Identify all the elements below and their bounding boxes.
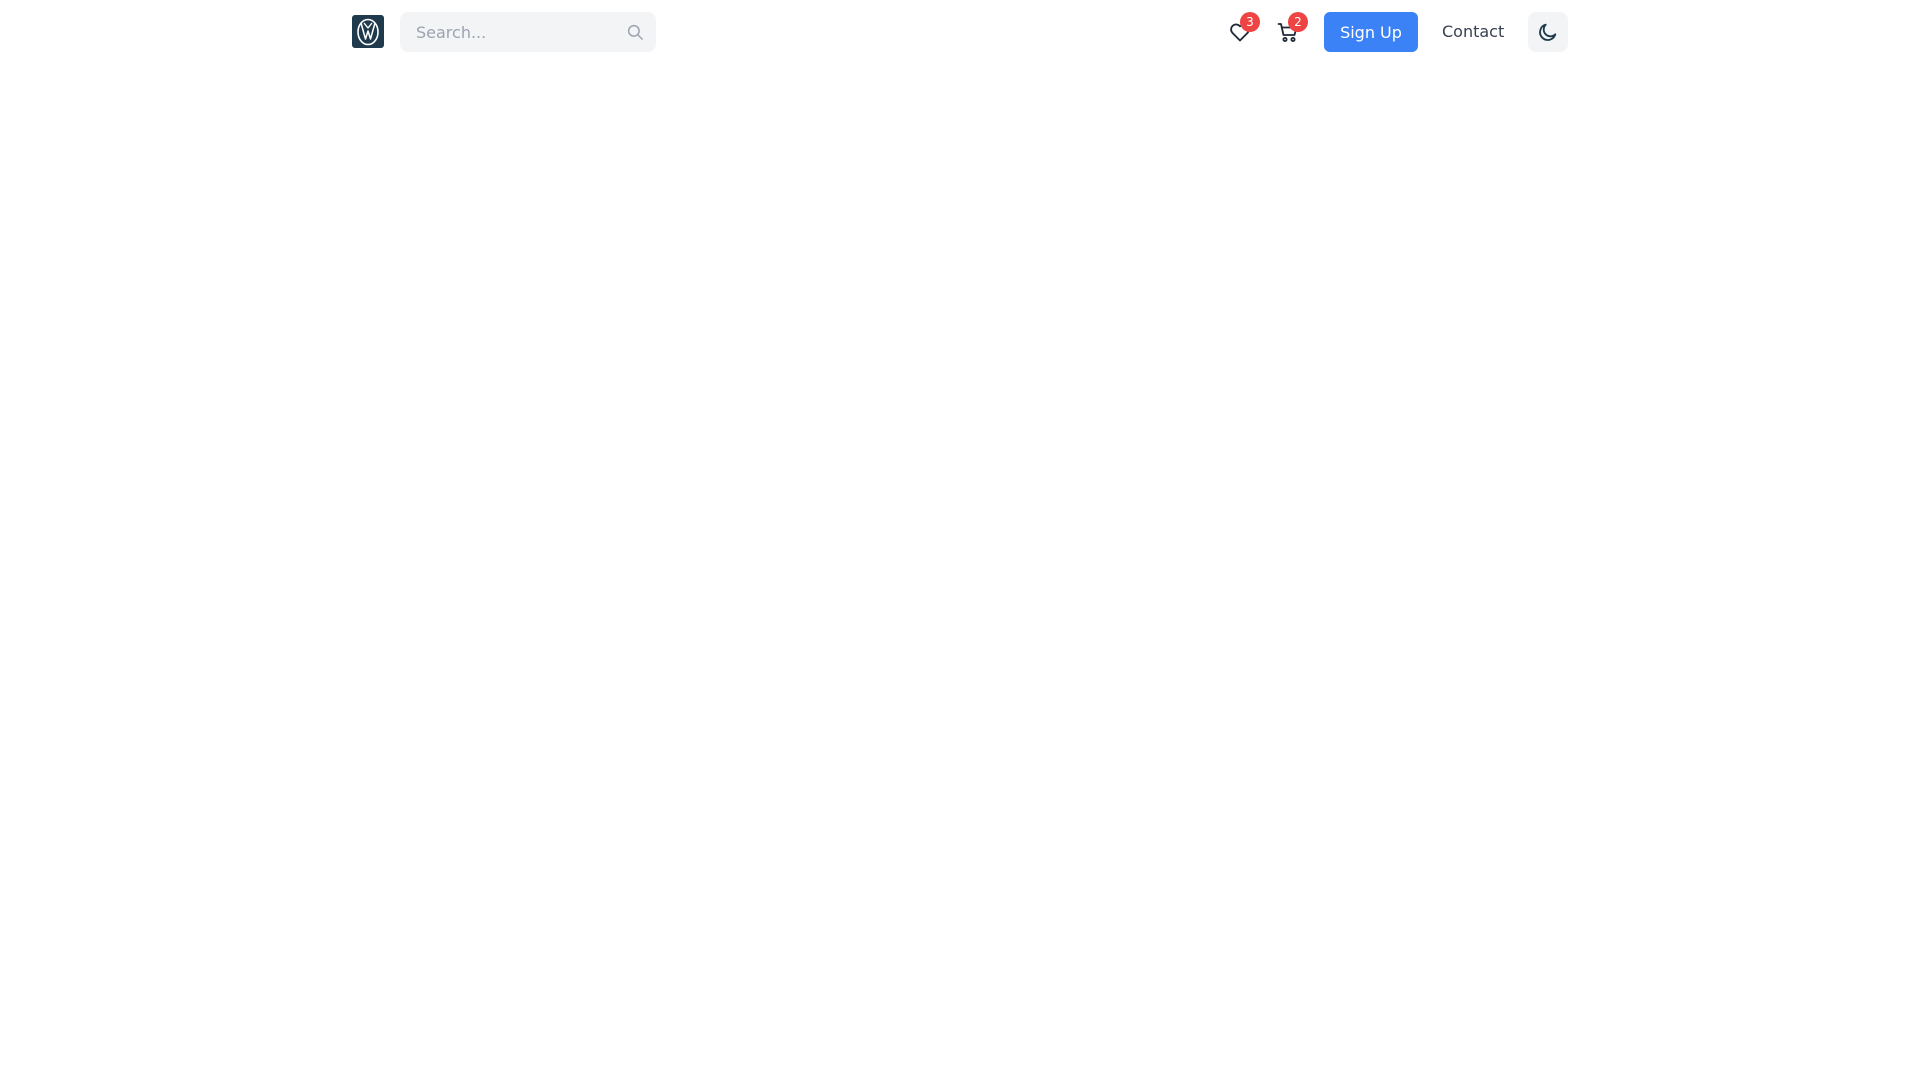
search-input[interactable]	[400, 12, 656, 52]
cart-button[interactable]: 2	[1276, 12, 1308, 44]
main-content	[0, 64, 1920, 1080]
contact-link[interactable]: Contact	[1442, 20, 1504, 44]
search-box	[400, 12, 656, 52]
cart-count-badge: 2	[1288, 12, 1308, 32]
navbar: 3 2 Sign Up Contact	[0, 0, 1920, 64]
search-icon[interactable]	[626, 23, 644, 41]
signup-button[interactable]: Sign Up	[1324, 12, 1418, 52]
wishlist-count-badge: 3	[1240, 12, 1260, 32]
moon-icon	[1539, 23, 1557, 41]
vw-logo-icon	[357, 18, 379, 45]
brand-logo[interactable]	[352, 15, 384, 48]
theme-toggle-button[interactable]	[1528, 12, 1568, 52]
wishlist-button[interactable]: 3	[1228, 12, 1260, 44]
